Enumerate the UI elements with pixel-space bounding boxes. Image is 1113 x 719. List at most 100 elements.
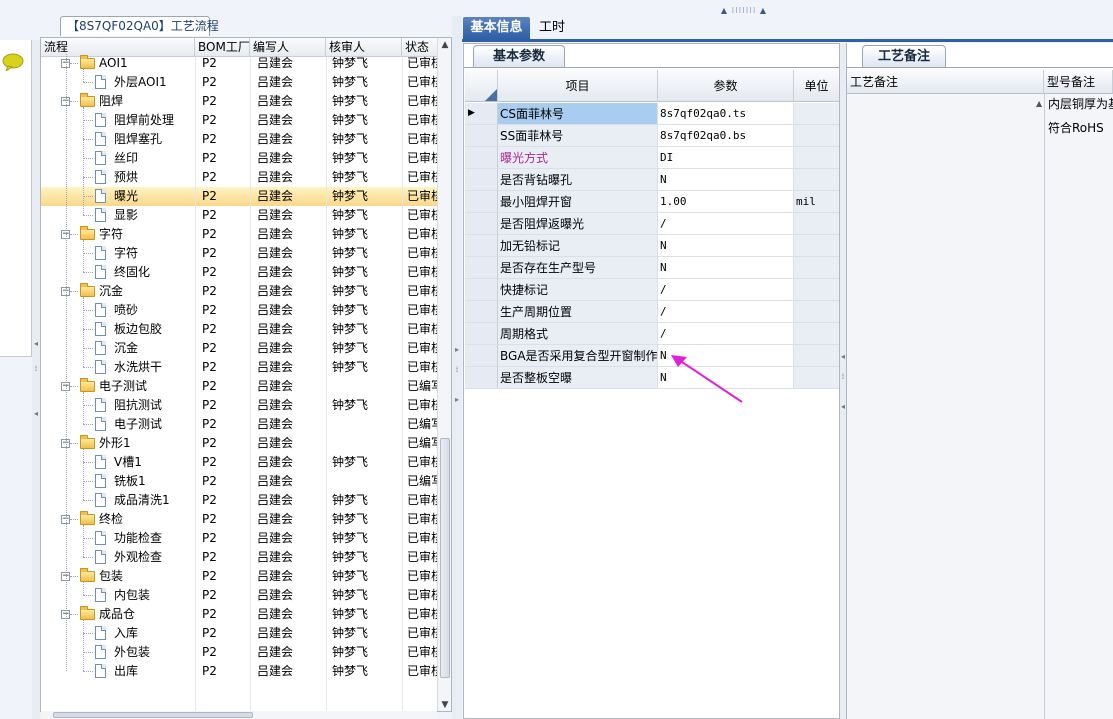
status-cell: 已审核 [407,170,438,184]
document-icon [95,151,106,165]
tab-process-remarks[interactable]: 工艺备注 [862,45,946,67]
tab-basic-info[interactable]: 基本信息 [463,17,530,39]
param-row[interactable]: 曝光方式 DI [465,147,839,169]
param-row[interactable]: ▶ CS面菲林号 8s7qf02qa0.ts [465,103,839,125]
tree-step-row[interactable]: 入库 P2 吕建会 钟梦飞 已审核 [41,624,438,643]
row-selector[interactable] [465,345,498,367]
param-value-cell[interactable]: 8s7qf02qa0.bs [658,125,794,147]
row-selector[interactable] [465,125,498,147]
tree-folder-row[interactable]: −电子测试P2吕建会已编写 [41,377,438,396]
tree-step-row[interactable]: V槽1 P2 吕建会 钟梦飞 已审核 [41,453,438,472]
tree-step-row[interactable]: 外包装 P2 吕建会 钟梦飞 已审核 [41,643,438,662]
tree-node-label: 入库 [114,626,139,640]
middle-splitter[interactable]: ▸ ⁞ ▸ [452,16,462,719]
row-selector[interactable] [465,279,498,301]
tab-basic-params[interactable]: 基本参数 [473,45,565,67]
param-value-cell[interactable]: 8s7qf02qa0.ts [658,103,794,125]
param-value-cell[interactable]: N [658,257,794,279]
param-row[interactable]: 生产周期位置 / [465,301,839,323]
col-header-value[interactable]: 参数 [658,70,794,102]
param-value-cell[interactable]: 1.00 [658,191,794,213]
status-cell: 已审核 [407,493,438,507]
row-selector[interactable] [465,169,498,191]
annotation-arrow-icon [671,355,743,403]
tree-step-row[interactable]: 功能检查 P2 吕建会 钟梦飞 已审核 [41,529,438,548]
param-row[interactable]: 周期格式 / [465,323,839,345]
col-header-process-remarks[interactable]: 工艺备注 [847,70,1044,94]
tree-step-row[interactable]: 曝光 P2 吕建会 钟梦飞 已审核 [41,187,438,206]
tab-work-hours[interactable]: 工时 [532,17,572,39]
row-selector[interactable] [465,257,498,279]
tree-folder-row[interactable]: −阻焊P2吕建会钟梦飞已审核 [41,92,438,111]
param-unit-cell [794,213,839,235]
tree-step-row[interactable]: 显影 P2 吕建会 钟梦飞 已审核 [41,206,438,225]
row-selector[interactable] [465,191,498,213]
param-row[interactable]: 是否背钻曝孔 N [465,169,839,191]
tree-step-row[interactable]: 外观检查 P2 吕建会 钟梦飞 已审核 [41,548,438,567]
tree-vertical-scrollbar[interactable]: ▲ ▼ [437,38,451,711]
row-selector[interactable] [465,213,498,235]
tree-step-row[interactable]: 喷砂 P2 吕建会 钟梦飞 已审核 [41,301,438,320]
param-row[interactable]: 快捷标记 / [465,279,839,301]
tree-folder-row[interactable]: −终检P2吕建会钟梦飞已审核 [41,510,438,529]
param-row[interactable]: 是否整板空曝 N [465,367,839,389]
top-splitter-grip[interactable]: ▲ ⁝⁝⁝⁝⁝⁝⁝ ▲ [712,7,776,15]
tree-horizontal-scrollbar[interactable] [41,711,437,719]
bom-factory-cell: P2 [202,246,217,260]
tree-folder-row[interactable]: −包装P2吕建会钟梦飞已审核 [41,567,438,586]
writer-cell: 吕建会 [257,512,294,526]
tree-step-row[interactable]: 阻焊前处理 P2 吕建会 钟梦飞 已审核 [41,111,438,130]
row-selector[interactable] [465,147,498,169]
tree-folder-row[interactable]: −沉金P2吕建会钟梦飞已审核 [41,282,438,301]
tree-step-row[interactable]: 预烘 P2 吕建会 钟梦飞 已审核 [41,168,438,187]
param-value-cell[interactable]: / [658,301,794,323]
tree-step-row[interactable]: 终固化 P2 吕建会 钟梦飞 已审核 [41,263,438,282]
tree-step-row[interactable]: 丝印 P2 吕建会 钟梦飞 已审核 [41,149,438,168]
tree-step-row[interactable]: 外层AOI1 P2 吕建会 钟梦飞 已审核 [41,73,438,92]
tree-step-row[interactable]: 出库 P2 吕建会 钟梦飞 已审核 [41,662,438,681]
tree-step-row[interactable]: 铣板1 P2 吕建会 已编写 [41,472,438,491]
tree-hscroll-thumb[interactable] [53,712,253,718]
param-value-cell[interactable]: / [658,213,794,235]
param-unit-cell [794,279,839,301]
param-value-cell[interactable]: / [658,323,794,345]
chat-bubble-icon[interactable] [2,53,24,71]
param-row[interactable]: BGA是否采用复合型开窗制作 N [465,345,839,367]
left-splitter[interactable]: ◂ ⁞ ◂ [32,40,40,719]
param-value-cell[interactable]: / [658,279,794,301]
tree-step-row[interactable]: 阻焊塞孔 P2 吕建会 钟梦飞 已审核 [41,130,438,149]
tree-step-row[interactable]: 电子测试 P2 吕建会 已编写 [41,415,438,434]
param-value-cell[interactable]: N [658,169,794,191]
tree-folder-row[interactable]: −AOI1P2吕建会钟梦飞已审核 [41,54,438,73]
col-header-item[interactable]: 项目 [498,70,658,102]
tree-step-row[interactable]: 水洗烘干 P2 吕建会 钟梦飞 已审核 [41,358,438,377]
param-row[interactable]: 是否阻焊返曝光 / [465,213,839,235]
tree-step-row[interactable]: 成品清洗1 P2 吕建会 钟梦飞 已审核 [41,491,438,510]
tree-folder-row[interactable]: −字符P2吕建会钟梦飞已审核 [41,225,438,244]
col-header-model-remarks[interactable]: 型号备注 [1044,70,1113,94]
param-value-cell[interactable]: DI [658,147,794,169]
tree-folder-row[interactable]: −成品仓P2吕建会钟梦飞已审核 [41,605,438,624]
tree-step-row[interactable]: 阻抗测试 P2 吕建会 钟梦飞 已审核 [41,396,438,415]
param-row[interactable]: SS面菲林号 8s7qf02qa0.bs [465,125,839,147]
param-row[interactable]: 加无铅标记 N [465,235,839,257]
row-selector[interactable] [465,301,498,323]
tree-scroll-thumb[interactable] [440,438,450,678]
tree-folder-row[interactable]: −外形1P2吕建会已编写 [41,434,438,453]
tree-step-row[interactable]: 沉金 P2 吕建会 钟梦飞 已审核 [41,339,438,358]
row-selector[interactable] [465,235,498,257]
param-row[interactable]: 最小阻焊开窗 1.00 mil [465,191,839,213]
param-value-cell[interactable]: N [658,235,794,257]
tree-step-row[interactable]: 字符 P2 吕建会 钟梦飞 已审核 [41,244,438,263]
tree-step-row[interactable]: 板边包胶 P2 吕建会 钟梦飞 已审核 [41,320,438,339]
scroll-down-icon[interactable]: ▼ [440,700,450,710]
col-header-unit[interactable]: 单位 [794,70,839,102]
param-row[interactable]: 是否存在生产型号 N [465,257,839,279]
row-selector[interactable] [465,323,498,345]
row-selector[interactable] [465,367,498,389]
tree-step-row[interactable]: 内包装 P2 吕建会 钟梦飞 已审核 [41,586,438,605]
process-flow-tab[interactable]: 【8S7QF02QA0】工艺流程 [60,16,219,36]
scroll-up-icon[interactable]: ▲ [440,40,450,50]
param-unit-cell [794,103,839,125]
row-selector[interactable]: ▶ [465,103,498,125]
